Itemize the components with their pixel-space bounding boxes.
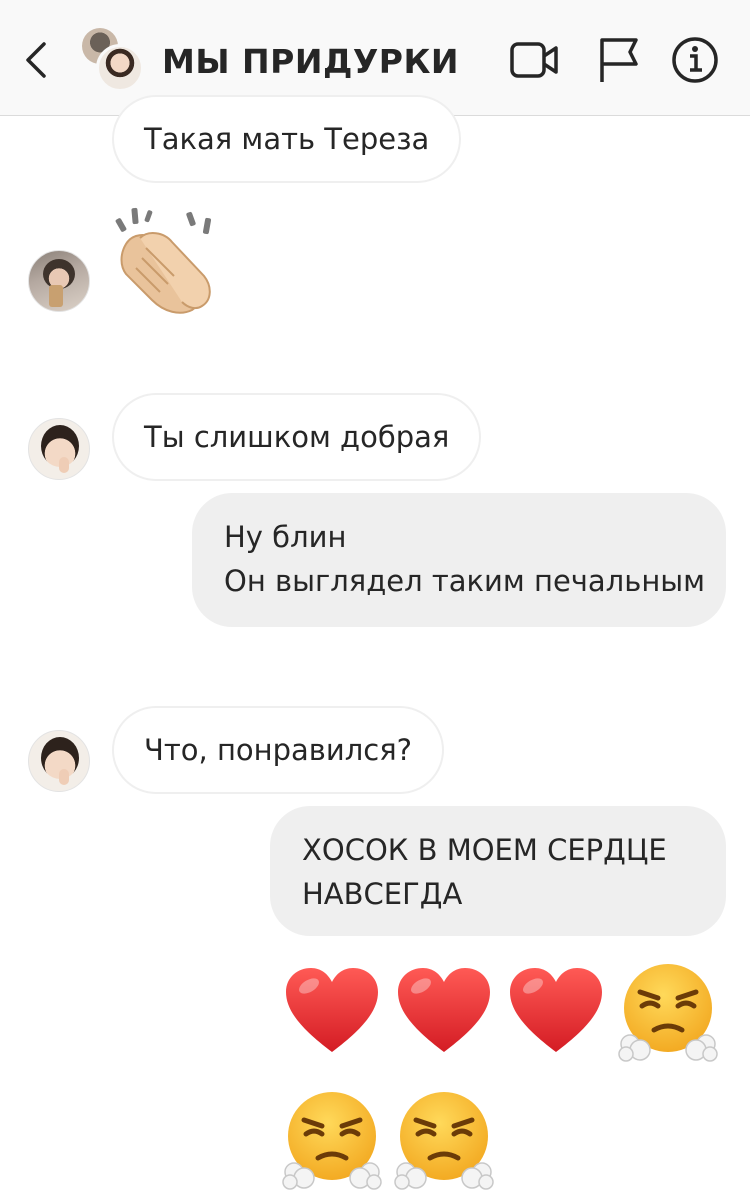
incoming-message[interactable]: Ты слишком добрая — [112, 393, 482, 481]
video-camera-icon[interactable] — [508, 36, 558, 84]
incoming-message[interactable]: Такая мать Тереза — [112, 95, 462, 183]
red-heart-emoji — [282, 962, 382, 1062]
message-text: Что, понравился? — [144, 733, 413, 767]
chat-title[interactable]: МЫ ПРИДУРКИ — [162, 42, 459, 81]
message-text: Он выглядел таким печальным — [224, 564, 706, 598]
clapping-hands-emoji — [115, 207, 212, 314]
outgoing-message[interactable]: ХОСОК В МОЕМ СЕРДЦЕ НАВСЕГДА — [270, 806, 726, 936]
face-with-steam-emoji — [282, 1090, 382, 1190]
incoming-message[interactable]: Что, понравился? — [112, 706, 445, 794]
message-text: Ты слишком добрая — [144, 420, 450, 454]
face-with-steam-emoji — [394, 1090, 494, 1190]
outgoing-message[interactable]: Ну блин Он выглядел таким печальным — [192, 493, 726, 627]
chevron-left-icon[interactable] — [20, 38, 54, 82]
red-heart-emoji — [394, 962, 494, 1062]
avatar — [96, 44, 144, 92]
group-avatar[interactable] — [82, 28, 144, 92]
avatar[interactable] — [28, 418, 90, 480]
flag-icon[interactable] — [594, 36, 644, 84]
face-with-steam-emoji — [618, 962, 718, 1062]
message-text: Такая мать Тереза — [144, 122, 430, 156]
message-text: Ну блин — [224, 520, 347, 554]
avatar[interactable] — [28, 730, 90, 792]
red-heart-emoji — [506, 962, 606, 1062]
message-text: НАВСЕГДА — [302, 877, 463, 911]
message-text: ХОСОК В МОЕМ СЕРДЦЕ — [302, 833, 667, 867]
avatar[interactable] — [28, 250, 90, 312]
info-icon[interactable] — [670, 36, 720, 84]
